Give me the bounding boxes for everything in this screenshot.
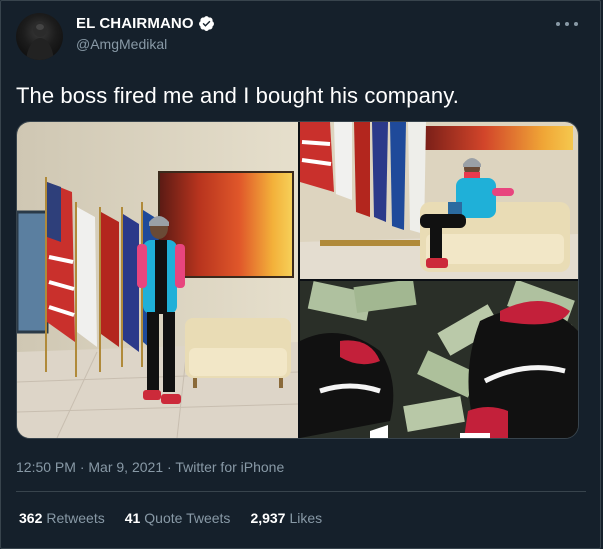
tweet-text: The boss fired me and I bought his compa…	[16, 83, 459, 108]
divider	[16, 491, 586, 492]
author-avatar[interactable]	[16, 13, 63, 60]
retweets-count: 362	[19, 510, 43, 526]
author-name-row[interactable]: EL CHAIRMANO	[76, 15, 215, 32]
quote-tweets-stat[interactable]: 41 Quote Tweets	[125, 510, 231, 526]
separator-dot: ·	[75, 459, 89, 475]
verified-badge-icon	[198, 16, 214, 31]
photo-sneakers-money[interactable]	[300, 281, 578, 438]
likes-stat[interactable]: 2,937 Likes	[250, 510, 322, 526]
media-grid	[16, 121, 579, 439]
tweet-stats: 362 Retweets 41 Quote Tweets 2,937 Likes	[19, 510, 342, 526]
likes-label: Likes	[289, 510, 323, 526]
tweet-date[interactable]: Mar 9, 2021	[88, 459, 163, 475]
more-options-icon[interactable]	[556, 17, 578, 31]
tweet-card: EL CHAIRMANO @AmgMedikal The boss fired …	[0, 0, 601, 549]
retweets-label: Retweets	[46, 510, 105, 526]
photo-man-sitting-couch[interactable]	[300, 122, 578, 279]
likes-count: 2,937	[250, 510, 286, 526]
tweet-source[interactable]: Twitter for iPhone	[175, 459, 284, 475]
author-handle[interactable]: @AmgMedikal	[76, 36, 167, 52]
author-display-name[interactable]: EL CHAIRMANO	[76, 15, 194, 32]
quotes-label: Quote Tweets	[144, 510, 231, 526]
retweets-stat[interactable]: 362 Retweets	[19, 510, 105, 526]
photo-man-standing-lobby[interactable]	[17, 122, 298, 438]
tweet-timestamp[interactable]: 12:50 PM · Mar 9, 2021 · Twitter for iPh…	[16, 459, 284, 475]
quotes-count: 41	[124, 510, 141, 526]
avatar-photo-icon	[26, 21, 54, 60]
tweet-time[interactable]: 12:50 PM	[16, 459, 76, 475]
separator-dot: ·	[163, 459, 176, 475]
